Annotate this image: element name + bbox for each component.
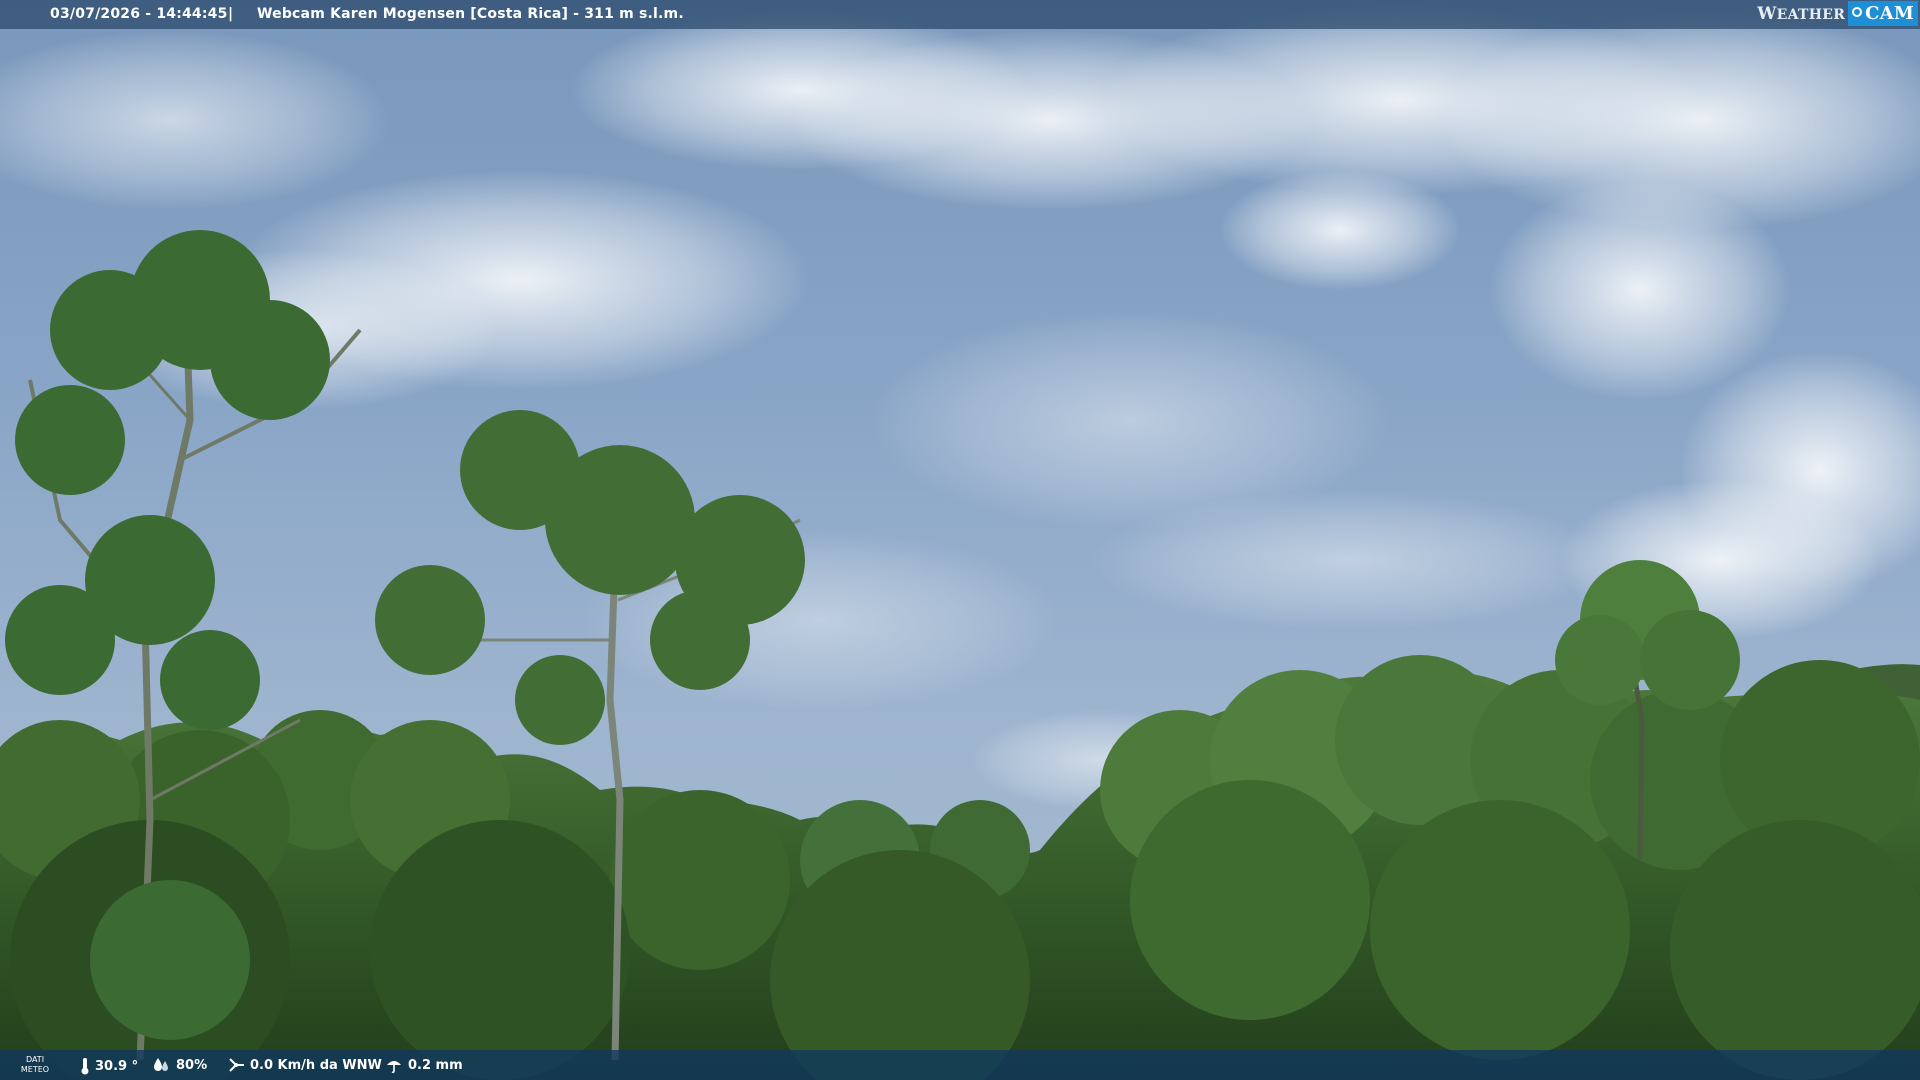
thermometer-icon [81, 1058, 89, 1075]
rain-reading: 0.2 mm [385, 1057, 463, 1073]
rain-icon [387, 1061, 401, 1073]
wind-icon [229, 1058, 244, 1072]
webcam-title: Webcam Karen Mogensen [Costa Rica] - 311… [257, 6, 684, 22]
wind-reading: 0.0 Km/h da WNW [227, 1057, 382, 1073]
humidity-icon [154, 1058, 168, 1071]
temperature-reading: 30.9 ° [80, 1057, 138, 1075]
dati-meteo-label: DATI METEO [20, 1055, 50, 1074]
separator: | [228, 6, 234, 22]
logo-cam-badge: CAM [1848, 1, 1918, 26]
weather-data-bar: DATI METEO 30.9 ° 80% 0.0 Km/h da WNW 0.… [0, 1050, 1920, 1080]
weathercam-logo: WEATHER CAM [1757, 1, 1918, 26]
webcam-image [0, 0, 1920, 1080]
header-bar: 03/07/2026 - 14:44:45 | Webcam Karen Mog… [0, 0, 1920, 29]
timestamp: 03/07/2026 - 14:44:45 [50, 6, 228, 22]
logo-dot-icon [1852, 6, 1863, 17]
logo-weather-text: WEATHER [1757, 3, 1846, 24]
humidity-reading: 80% [153, 1057, 207, 1073]
